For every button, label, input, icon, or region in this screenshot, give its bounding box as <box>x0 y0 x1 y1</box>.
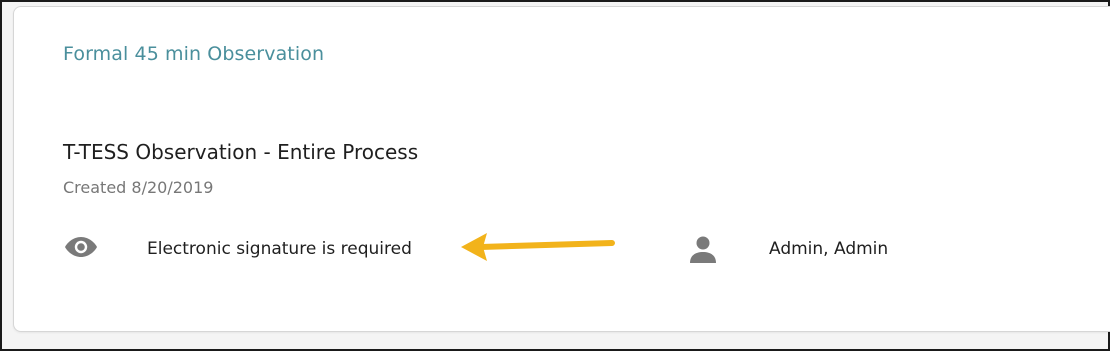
owner-name: Admin, Admin <box>769 239 889 259</box>
person-icon <box>690 236 716 263</box>
annotation-arrow-icon <box>461 233 615 261</box>
signature-requirement-text: Electronic signature is required <box>147 239 412 259</box>
eye-icon <box>65 237 97 257</box>
card-title[interactable]: Formal 45 min Observation <box>63 43 324 65</box>
item-title[interactable]: T-TESS Observation - Entire Process <box>63 140 418 164</box>
item-created-date: Created 8/20/2019 <box>63 178 214 197</box>
observation-card[interactable]: Formal 45 min Observation T-TESS Observa… <box>13 6 1110 332</box>
screenshot-frame: Formal 45 min Observation T-TESS Observa… <box>0 0 1110 351</box>
